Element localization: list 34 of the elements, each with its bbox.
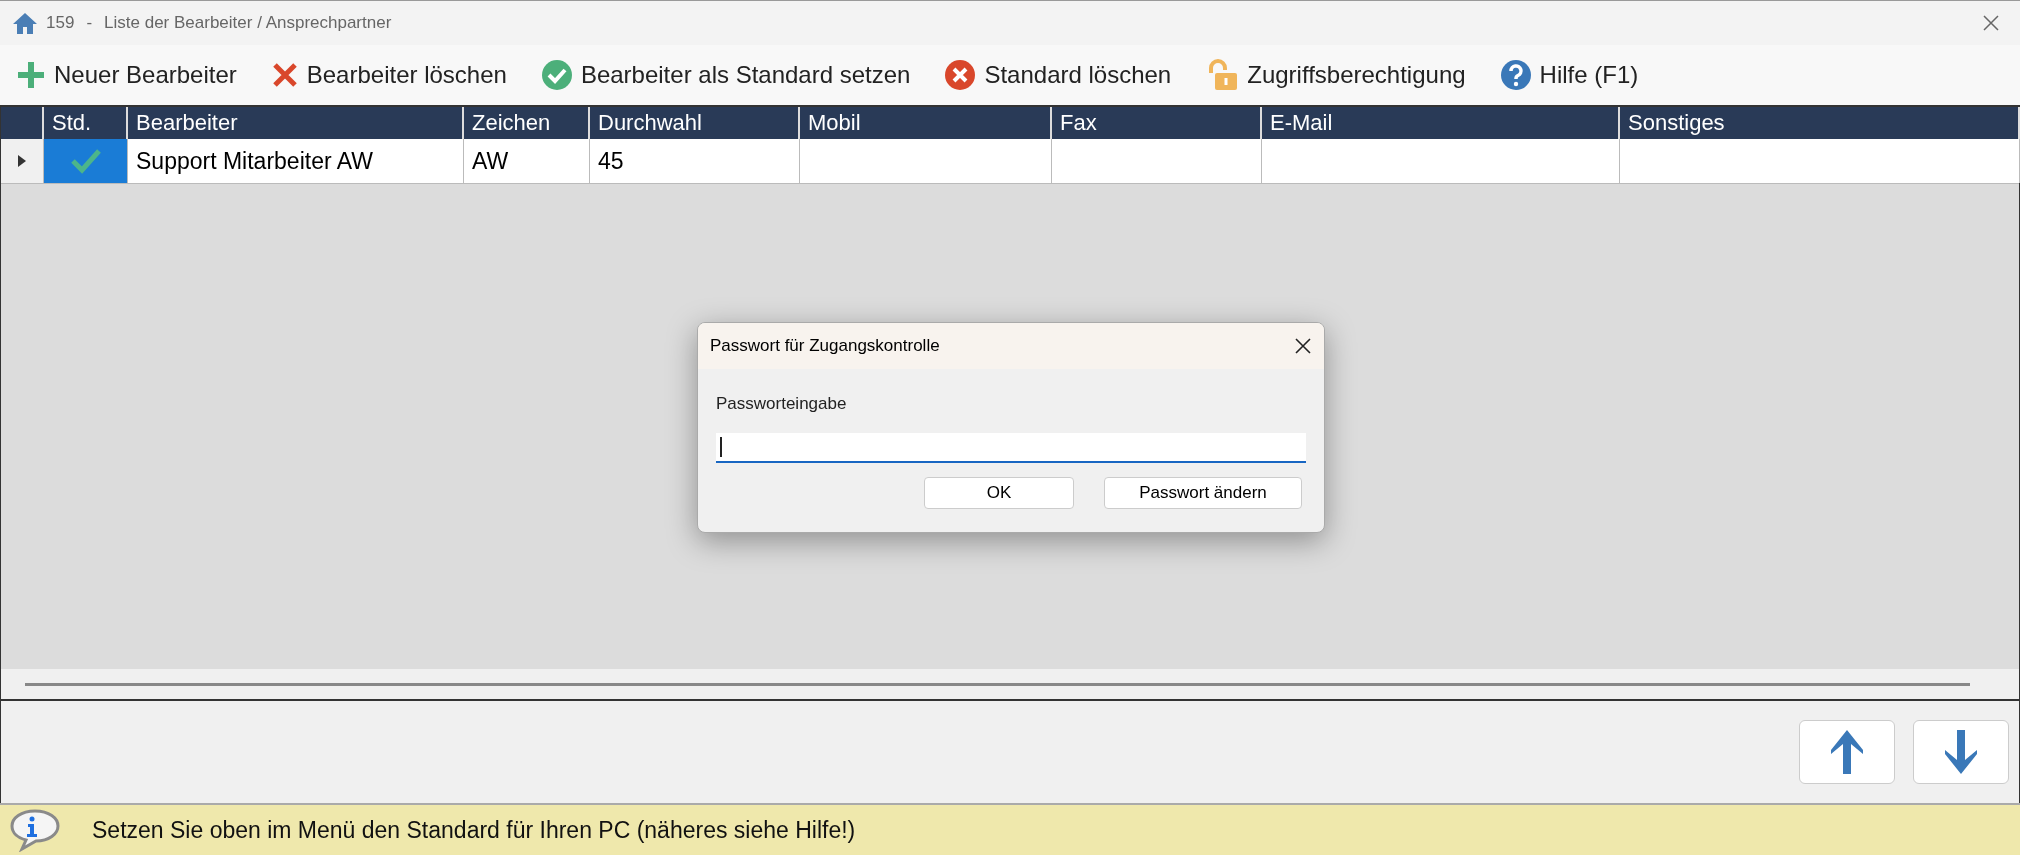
home-icon xyxy=(12,11,38,35)
scrollbar[interactable] xyxy=(25,682,1970,686)
title-separator: - xyxy=(85,12,94,35)
cross-icon xyxy=(270,61,299,89)
move-up-button[interactable] xyxy=(1799,720,1895,784)
row-header[interactable] xyxy=(1,139,44,183)
password-label: Passworteingabe xyxy=(716,393,848,415)
toolbar-button[interactable]: Hilfe (F1) xyxy=(1499,57,1639,93)
toolbar-button[interactable]: Bearbeiter löschen xyxy=(270,57,507,93)
check-icon xyxy=(69,148,102,174)
info-bubble-icon xyxy=(8,808,62,852)
table-cell-text: AW xyxy=(472,146,509,176)
password-field[interactable] xyxy=(716,432,1306,463)
dialog-title: Passwort für Zugangskontrolle xyxy=(710,335,940,358)
toolbar-button[interactable]: Bearbeiter als Standard setzen xyxy=(540,57,911,93)
toolbar-button[interactable]: Zugriffsberechtigung xyxy=(1205,57,1466,93)
table-cell-text: Support Mitarbeiter AW xyxy=(136,146,373,176)
status-message: Setzen Sie oben im Menü den Standard für Ihren PC (näheres siehe Hilfe!) xyxy=(92,815,856,845)
table-cell-text: 45 xyxy=(598,146,624,176)
help-icon xyxy=(1499,59,1532,91)
move-down-button[interactable] xyxy=(1913,720,2009,784)
dialog-button[interactable]: Passwort ändern xyxy=(1104,476,1302,509)
toolbar-button[interactable]: Standard löschen xyxy=(944,57,1172,93)
window-number: 159 xyxy=(46,12,75,35)
dialog-button[interactable]: OK xyxy=(924,476,1074,509)
text-cursor xyxy=(720,436,722,457)
arrow-up-icon xyxy=(1829,728,1865,776)
window-title: Liste der Bearbeiter / Ansprechpartner xyxy=(104,12,392,35)
toolbar-button[interactable]: Neuer Bearbeiter xyxy=(16,57,237,93)
check-circle-icon xyxy=(540,59,573,91)
x-circle-icon xyxy=(944,59,977,91)
arrow-down-icon xyxy=(1943,728,1979,776)
plus-icon xyxy=(16,60,46,90)
close-icon[interactable] xyxy=(1294,337,1312,355)
